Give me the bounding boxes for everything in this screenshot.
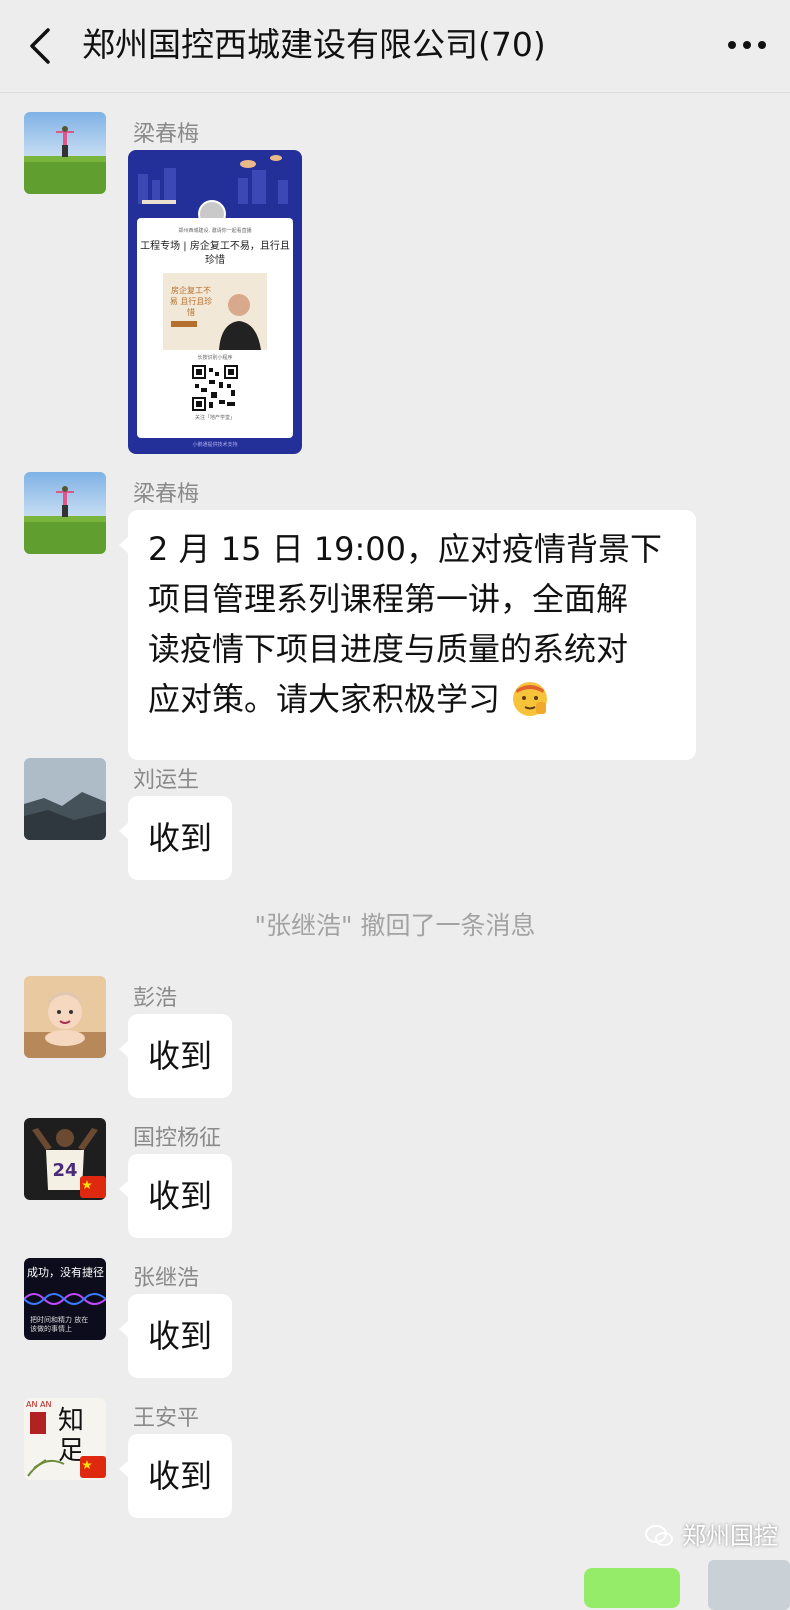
avatar[interactable]: 成功，没有捷径 把时间和精力 放在该做的事情上 (24, 1258, 106, 1340)
message-text: 收到 (148, 1177, 213, 1215)
message-bubble[interactable]: 收到 (118, 1434, 233, 1518)
more-button[interactable] (724, 30, 770, 60)
message-bubble[interactable]: 收到 (118, 1294, 233, 1378)
own-avatar-partial[interactable] (708, 1560, 790, 1610)
sender-name: 张继浩 (133, 1266, 200, 1291)
message-bubble[interactable]: 收到 (118, 796, 233, 880)
message-text-line: 读疫情下项目进度与质量的系统对 (148, 630, 629, 668)
avatar-image-field-sky (24, 112, 106, 194)
qr-code-icon (192, 365, 238, 411)
sender-name: 国控杨征 (133, 1126, 222, 1151)
speaker-portrait (171, 294, 261, 350)
avatar[interactable] (24, 472, 106, 554)
recall-notice: "张继浩" 撤回了一条消息 (254, 911, 536, 940)
message-bubble[interactable]: 收到 (118, 1154, 233, 1238)
chevron-left-icon (30, 28, 50, 64)
qr-code[interactable] (192, 365, 238, 411)
message-text: 收到 (148, 1037, 213, 1075)
message-bubble[interactable]: 收到 (118, 1014, 233, 1098)
avatar[interactable] (24, 758, 106, 840)
watermark: 郑州国控 (644, 1516, 778, 1551)
avatar[interactable] (24, 112, 106, 194)
sender-name: 刘运生 (133, 768, 200, 793)
more-dots-icon (728, 41, 766, 49)
message-text: 收到 (148, 819, 213, 857)
message-text: 收到 (148, 1317, 213, 1355)
avatar-image-mountains (24, 758, 106, 840)
salute-face-icon (513, 682, 548, 716)
sender-name: 王安平 (133, 1406, 200, 1431)
message-text: 收到 (148, 1457, 213, 1495)
sent-message-bubble-partial[interactable] (584, 1568, 680, 1608)
poster-headline: 工程专场 | 房企复工不易，且行且珍惜 (140, 241, 290, 266)
poster-footer: 小鹅通提供技术支持 (192, 442, 238, 448)
poster-scan-hint: 长按识别小程序 (197, 355, 233, 361)
chat-header: 郑州国控西城建设有限公司(70) (0, 0, 790, 93)
poster-image[interactable]: 郑州西城建设, 邀请你一起看直播 工程专场 | 房企复工不易，且行且珍惜 房企复… (128, 150, 302, 454)
watermark-text: 郑州国控 (682, 1522, 778, 1550)
message-text-line: 应对策。请大家积极学习 (148, 680, 501, 718)
avatar-bottom-text: 把时间和精力 放在该做的事情上 (30, 1316, 89, 1333)
poster-invite-text: 郑州西城建设, 邀请你一起看直播 (178, 228, 252, 234)
china-flag-icon (80, 1176, 106, 1198)
sound-wave-graphic (24, 1293, 106, 1305)
message-bubble[interactable]: 2 月 15 日 19:00，应对疫情背景下 项目管理系列课程第一讲，全面解 读… (119, 510, 696, 760)
chat-title: 郑州国控西城建设有限公司(70) (82, 25, 546, 64)
avatar-top-text: 成功，没有捷径 (27, 1266, 104, 1279)
poster-photo: 房企复工不易 且行且珍惜 (163, 273, 267, 350)
poster-follow-hint: 关注「地产学堂」 (194, 415, 235, 421)
wechat-icon (645, 1525, 674, 1546)
sender-name: 梁春梅 (133, 122, 200, 147)
back-button[interactable] (22, 24, 62, 68)
avatar-image-field-sky (24, 472, 106, 554)
sender-name: 彭浩 (133, 986, 178, 1011)
message-text-line: 项目管理系列课程第一讲，全面解 (148, 580, 629, 618)
city-skyline-graphic (138, 155, 288, 220)
message-text-line: 2 月 15 日 19:00，应对疫情背景下 (148, 530, 662, 568)
china-flag-icon (80, 1456, 106, 1478)
sender-name: 梁春梅 (133, 482, 200, 507)
poster-card: 郑州西城建设, 邀请你一起看直播 工程专场 | 房企复工不易，且行且珍惜 房企复… (137, 218, 293, 438)
avatar[interactable] (24, 976, 106, 1058)
jersey-number: 24 (52, 1160, 77, 1181)
avatar-image-baby (24, 976, 106, 1058)
